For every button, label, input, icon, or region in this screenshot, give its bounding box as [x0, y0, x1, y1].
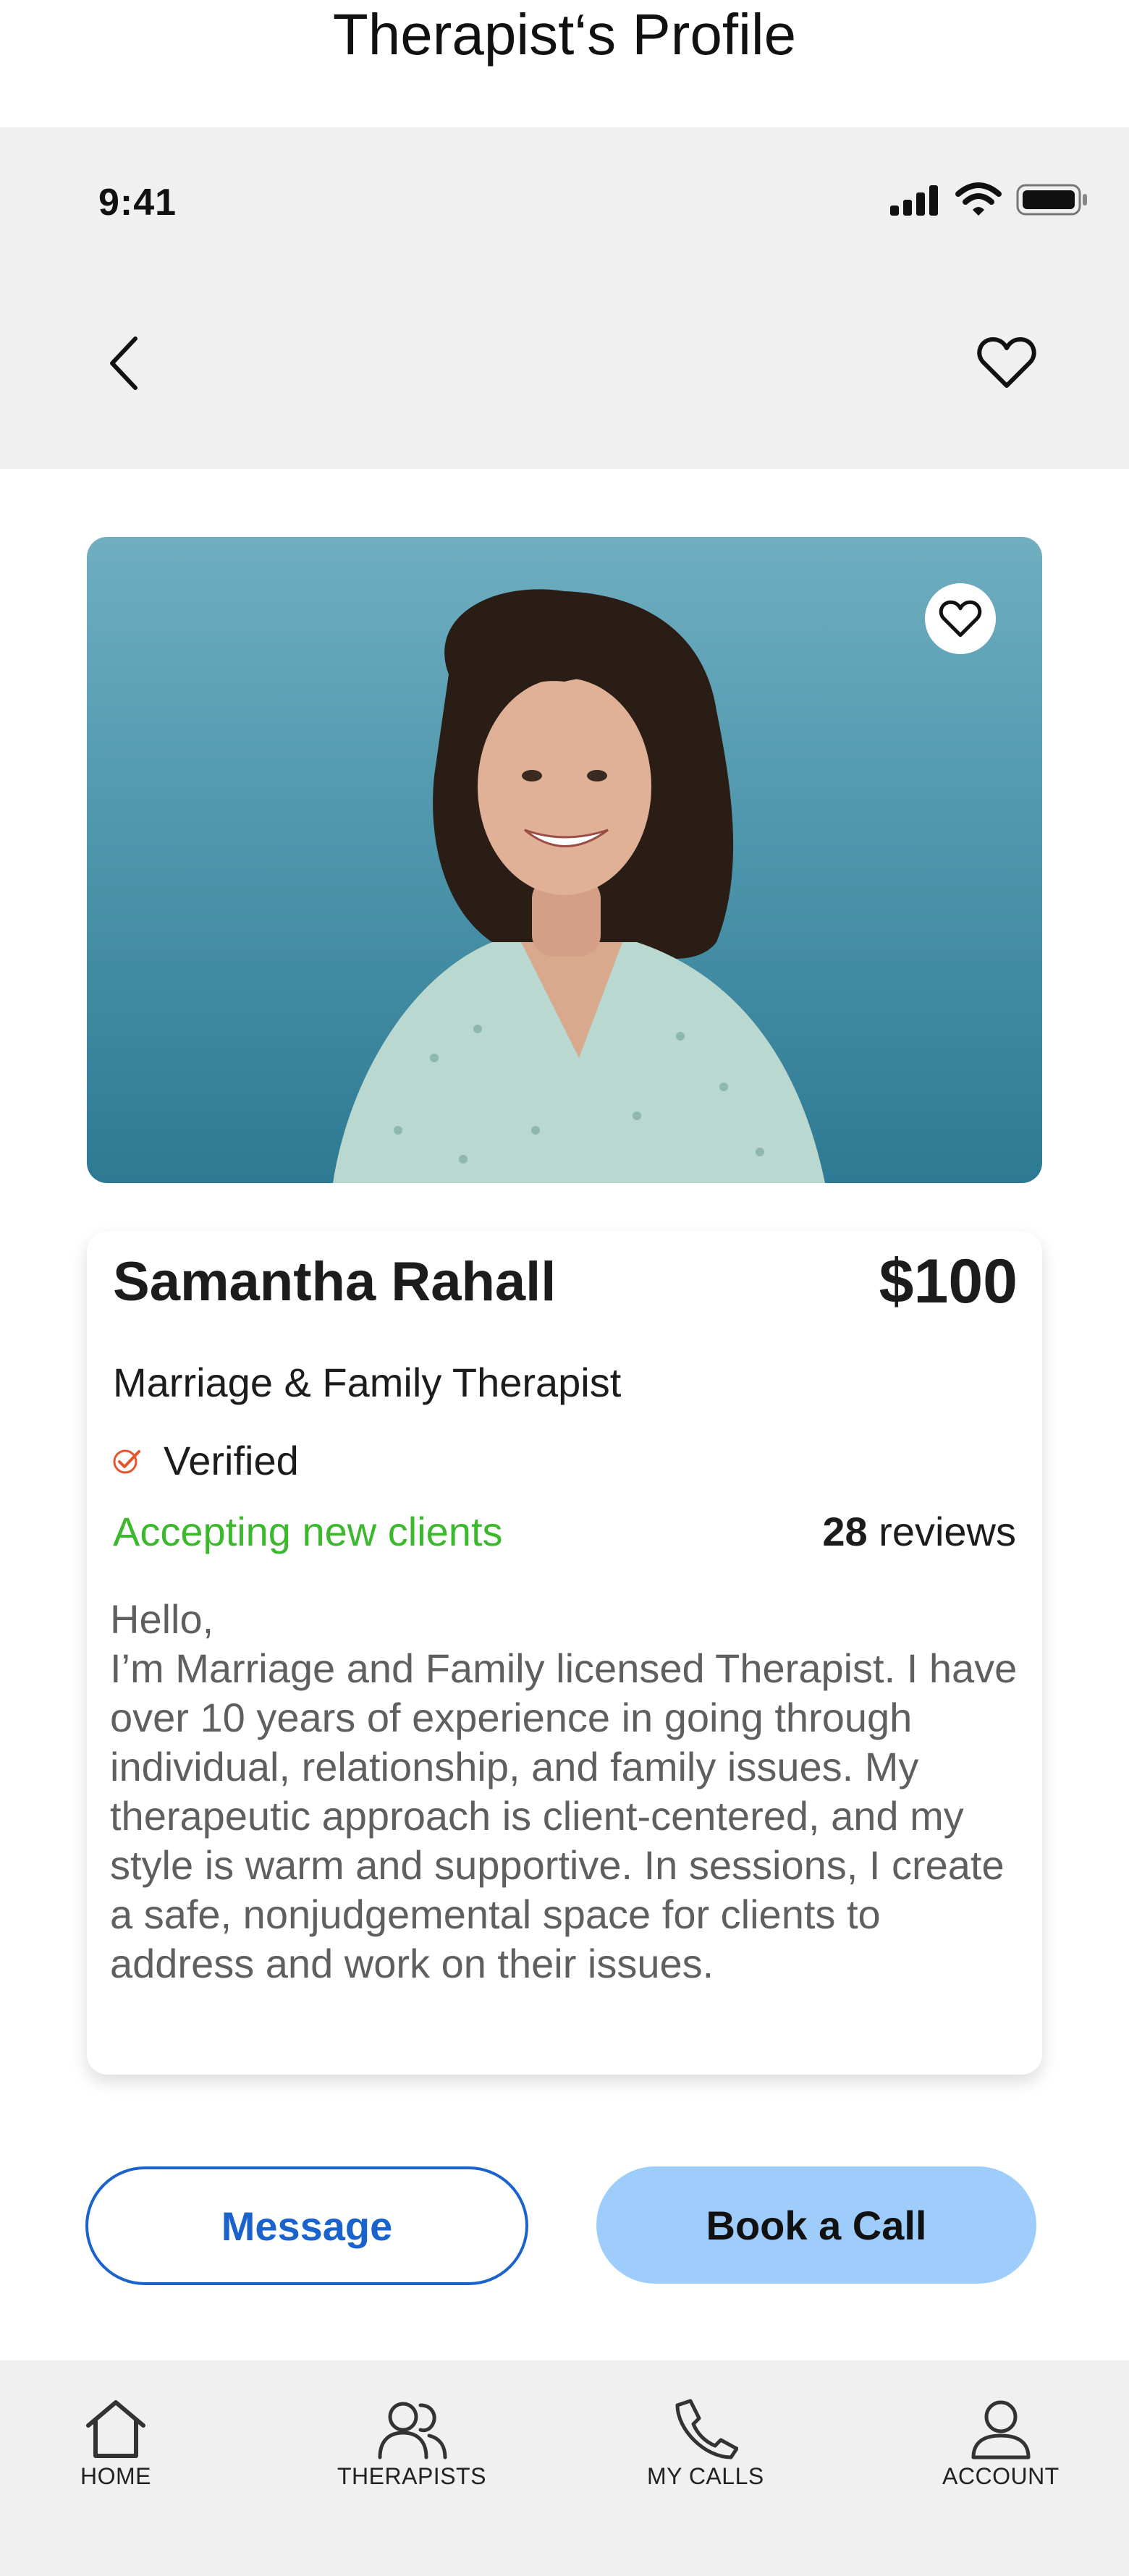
back-button[interactable]: [96, 327, 151, 399]
photo-favorite-button[interactable]: [925, 583, 996, 654]
page-title: Therapist‘s Profile: [332, 2, 797, 67]
reviews-label: reviews: [879, 1509, 1016, 1554]
tab-my-calls-label: MY CALLS: [647, 2463, 764, 2489]
tab-therapists[interactable]: THERAPISTS: [337, 2397, 486, 2490]
book-call-button[interactable]: Book a Call: [596, 2166, 1036, 2284]
message-button[interactable]: Message: [85, 2166, 528, 2285]
verified-check-icon: [113, 1449, 140, 1473]
therapist-specialty: Marriage & Family Therapist: [113, 1360, 622, 1405]
signal-icon: [890, 185, 938, 216]
status-time: 9:41: [98, 182, 177, 224]
availability-status: Accepting new clients: [113, 1509, 503, 1554]
therapist-name: Samantha Rahall: [113, 1251, 557, 1313]
reviews-link[interactable]: 28 reviews: [822, 1508, 1016, 1555]
profile-card: Samantha Rahall $100 Marriage & Family T…: [87, 1232, 1042, 2075]
therapist-photo: [87, 537, 1042, 1183]
tab-account[interactable]: ACCOUNT: [942, 2397, 1060, 2490]
phone-icon: [675, 2399, 738, 2460]
tab-therapists-label: THERAPISTS: [337, 2463, 486, 2489]
therapist-bio: Hello, I’m Marriage and Family licensed …: [110, 1596, 1018, 1986]
heart-icon: [939, 600, 982, 637]
favorite-button[interactable]: [974, 330, 1039, 395]
tab-home-label: HOME: [80, 2463, 151, 2489]
tab-my-calls[interactable]: MY CALLS: [647, 2397, 764, 2490]
users-icon: [378, 2402, 447, 2460]
verified-label: Verified: [164, 1438, 299, 1483]
user-icon: [971, 2400, 1031, 2460]
battery-icon: [1016, 184, 1087, 216]
tab-home[interactable]: HOME: [80, 2397, 152, 2490]
tab-account-label: ACCOUNT: [942, 2463, 1060, 2489]
bottom-tab-bar: HOME THERAPISTS MY CALLS ACCOUNT: [0, 2360, 1129, 2576]
status-icons: [889, 182, 1088, 217]
app-header: [0, 127, 1129, 469]
verified-status: Verified: [111, 1437, 299, 1484]
wifi-icon: [955, 182, 1002, 216]
home-icon: [86, 2400, 145, 2458]
reviews-count: 28: [822, 1509, 868, 1554]
chevron-left-icon: [110, 336, 138, 390]
therapist-portrait-illustration: [333, 589, 825, 1183]
heart-icon: [977, 337, 1036, 388]
session-price: $100: [879, 1247, 1018, 1316]
